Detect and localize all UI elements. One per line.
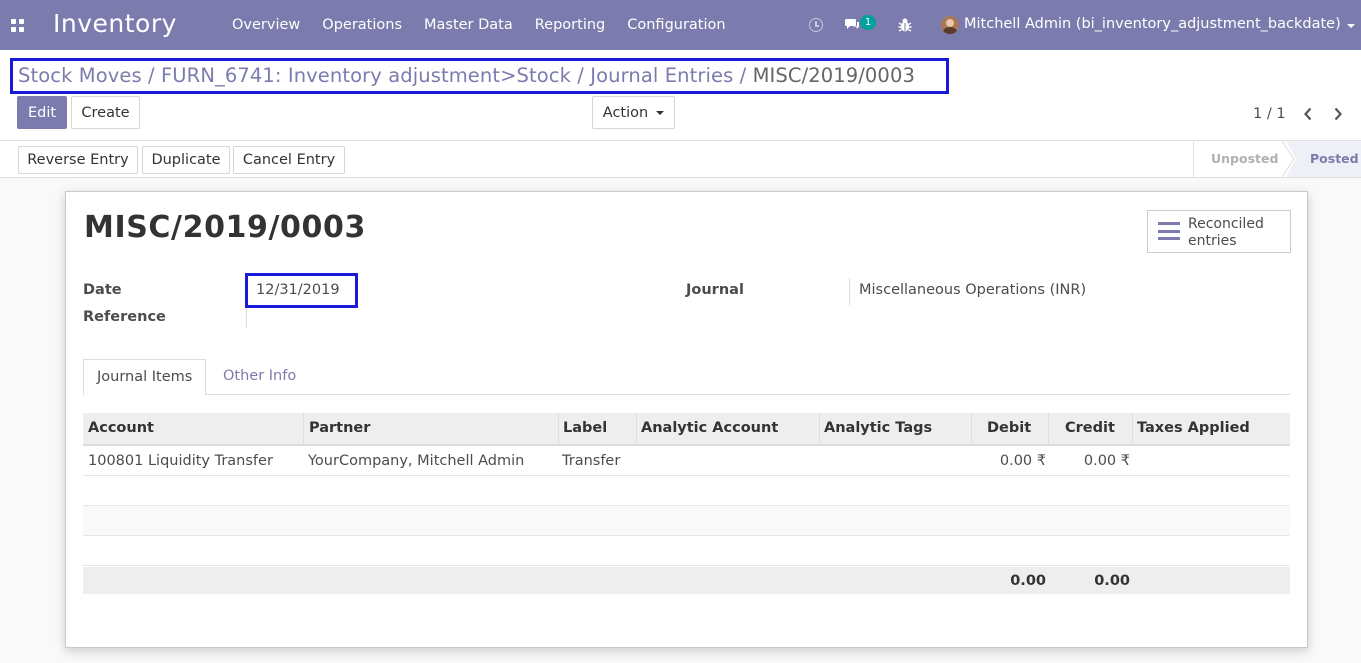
cancel-entry-button[interactable]: Cancel Entry bbox=[233, 146, 345, 174]
total-credit: 0.00 bbox=[1094, 573, 1130, 589]
stage-posted[interactable]: Posted bbox=[1310, 151, 1359, 166]
edit-button[interactable]: Edit bbox=[17, 96, 67, 129]
caret-down-icon bbox=[656, 110, 665, 115]
date-value[interactable]: 12/31/2019 bbox=[256, 282, 340, 298]
duplicate-button[interactable]: Duplicate bbox=[142, 146, 230, 174]
column-divider bbox=[819, 413, 820, 444]
control-panel: Stock Moves / FURN_6741: Inventory adjus… bbox=[0, 50, 1361, 141]
cell-partner: YourCompany, Mitchell Admin bbox=[308, 453, 525, 469]
column-divider bbox=[558, 413, 559, 444]
apps-menu-icon[interactable] bbox=[11, 19, 24, 32]
reconciled-entries-label: Reconciled entries bbox=[1188, 216, 1264, 249]
col-partner[interactable]: Partner bbox=[309, 420, 370, 436]
column-divider bbox=[636, 413, 637, 444]
reconciled-entries-button[interactable]: Reconciled entries bbox=[1147, 210, 1291, 253]
date-label: Date bbox=[83, 282, 122, 298]
col-analytic-account[interactable]: Analytic Account bbox=[641, 420, 778, 436]
column-divider bbox=[971, 413, 972, 444]
journal-label: Journal bbox=[686, 282, 744, 298]
record-title: MISC/2019/0003 bbox=[84, 210, 366, 245]
app-title: Inventory bbox=[53, 9, 177, 38]
form-sheet: MISC/2019/0003 Reconciled entries Date R… bbox=[65, 191, 1308, 648]
column-divider bbox=[1048, 413, 1049, 444]
cell-credit: 0.00 ₹ bbox=[1083, 453, 1130, 469]
reverse-entry-button[interactable]: Reverse Entry bbox=[18, 146, 138, 174]
breadcrumb-path[interactable]: Stock Moves / FURN_6741: Inventory adjus… bbox=[18, 64, 753, 87]
menu-operations[interactable]: Operations bbox=[311, 17, 413, 33]
empty-row bbox=[83, 536, 1290, 566]
stage-unposted[interactable]: Unposted bbox=[1211, 151, 1278, 166]
menu-reporting[interactable]: Reporting bbox=[524, 17, 617, 33]
table-header: Account Partner Label Analytic Account A… bbox=[83, 413, 1290, 446]
tab-journal-items[interactable]: Journal Items bbox=[83, 359, 207, 396]
user-menu[interactable]: Mitchell Admin (bi_inventory_adjustment_… bbox=[964, 16, 1341, 32]
total-debit: 0.00 bbox=[1010, 573, 1046, 589]
pager-next-icon[interactable] bbox=[1333, 107, 1343, 121]
col-credit[interactable]: Credit bbox=[1065, 420, 1115, 436]
main-menu: Overview Operations Master Data Reportin… bbox=[221, 0, 737, 50]
activity-clock-icon[interactable] bbox=[809, 18, 823, 32]
col-analytic-tags[interactable]: Analytic Tags bbox=[824, 420, 932, 436]
col-account[interactable]: Account bbox=[88, 420, 154, 436]
user-menu-caret-icon[interactable] bbox=[1347, 24, 1355, 28]
empty-row bbox=[83, 506, 1290, 536]
debug-bug-icon[interactable] bbox=[898, 17, 912, 33]
list-bars-icon bbox=[1158, 222, 1180, 240]
stage-arrow-separator bbox=[1282, 141, 1296, 177]
top-navbar: Inventory Overview Operations Master Dat… bbox=[0, 0, 1361, 50]
menu-overview[interactable]: Overview bbox=[221, 17, 311, 33]
table-footer-totals: 0.00 0.00 bbox=[83, 567, 1290, 594]
menu-master-data[interactable]: Master Data bbox=[413, 17, 524, 33]
create-button[interactable]: Create bbox=[71, 96, 140, 129]
journal-value[interactable]: Miscellaneous Operations (INR) bbox=[859, 282, 1086, 298]
action-label: Action bbox=[602, 104, 649, 121]
column-divider bbox=[303, 413, 304, 444]
action-dropdown[interactable]: Action bbox=[592, 96, 675, 129]
message-count-badge: 1 bbox=[860, 15, 876, 30]
form-statusbar: Reverse Entry Duplicate Cancel Entry Unp… bbox=[0, 141, 1361, 178]
breadcrumb: Stock Moves / FURN_6741: Inventory adjus… bbox=[18, 64, 915, 87]
table-row[interactable]: 100801 Liquidity Transfer YourCompany, M… bbox=[83, 446, 1290, 476]
breadcrumb-current: MISC/2019/0003 bbox=[752, 64, 915, 87]
menu-configuration[interactable]: Configuration bbox=[616, 17, 736, 33]
user-avatar[interactable] bbox=[941, 16, 959, 34]
col-taxes-applied[interactable]: Taxes Applied bbox=[1137, 420, 1250, 436]
chat-icon[interactable] bbox=[845, 18, 860, 30]
cell-label: Transfer bbox=[562, 453, 621, 469]
empty-row bbox=[83, 476, 1290, 506]
notebook-tabs: Journal Items Other Info bbox=[83, 359, 1290, 396]
pager-value[interactable]: 1 / 1 bbox=[1253, 106, 1286, 122]
status-pipeline: Unposted Posted bbox=[1193, 141, 1361, 177]
journal-divider bbox=[849, 278, 850, 305]
reference-label: Reference bbox=[83, 309, 166, 325]
pager-previous-icon[interactable] bbox=[1303, 107, 1313, 121]
tab-other-info[interactable]: Other Info bbox=[210, 359, 309, 395]
cell-account: 100801 Liquidity Transfer bbox=[88, 453, 273, 469]
col-label[interactable]: Label bbox=[563, 420, 607, 436]
cell-debit: 0.00 ₹ bbox=[999, 453, 1046, 469]
column-divider bbox=[1132, 413, 1133, 444]
col-debit[interactable]: Debit bbox=[987, 420, 1031, 436]
